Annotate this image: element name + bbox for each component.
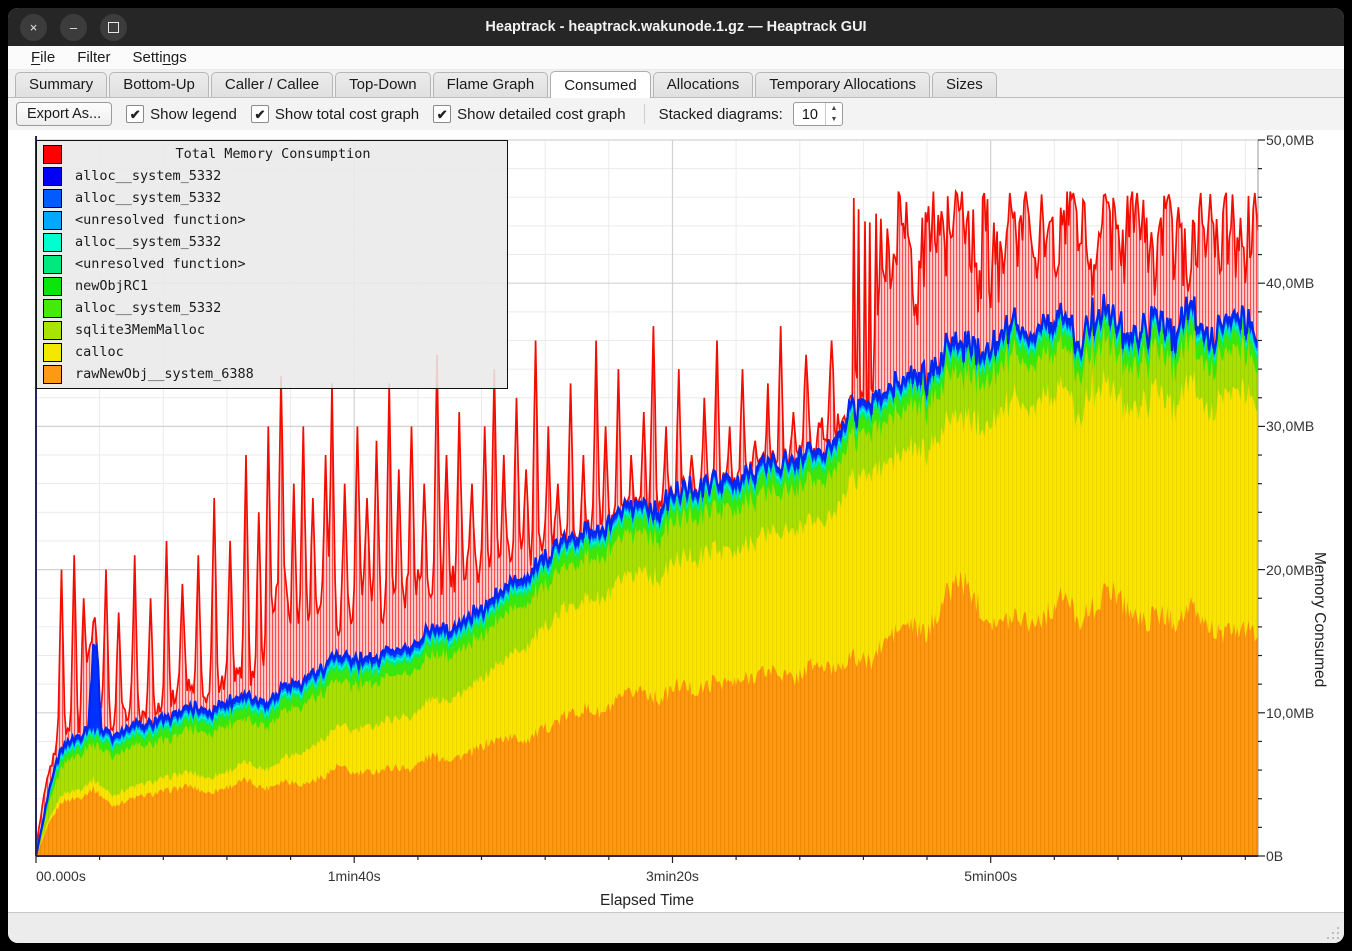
legend-label: alloc__system_5332 [75, 300, 221, 316]
legend-item: Total Memory Consumption [37, 143, 507, 165]
legend-swatch-icon [43, 255, 62, 274]
menu-settings[interactable]: Settings [124, 48, 196, 67]
app-window: × – Heaptrack - heaptrack.wakunode.1.gz … [8, 8, 1344, 943]
legend-swatch-icon [43, 277, 62, 296]
legend-item: <unresolved function> [37, 209, 507, 231]
stacked-diagrams-spinner[interactable]: 10 ▲ ▼ [793, 102, 843, 126]
menu-bar: File Filter Settings [8, 46, 1344, 70]
show-legend-label: Show legend [150, 106, 237, 123]
y-tick-label: 30,0MB [1266, 418, 1314, 434]
legend-swatch-icon [43, 211, 62, 230]
legend-item: newObjRC1 [37, 275, 507, 297]
show-detailed-cost-label: Show detailed cost graph [457, 106, 625, 123]
legend-label: alloc__system_5332 [75, 168, 221, 184]
x-axis-title: Elapsed Time [36, 892, 1258, 910]
tab-bar: Summary Bottom-Up Caller / Callee Top-Do… [8, 70, 1344, 98]
checkbox-check-icon: ✔ [251, 105, 269, 123]
legend-item: calloc [37, 341, 507, 363]
close-icon[interactable]: × [20, 14, 47, 41]
show-legend-checkbox[interactable]: ✔ Show legend [126, 105, 237, 123]
menu-file[interactable]: File [22, 48, 64, 67]
legend-swatch-icon [43, 321, 62, 340]
show-total-cost-checkbox[interactable]: ✔ Show total cost graph [251, 105, 419, 123]
tab-sizes[interactable]: Sizes [932, 72, 997, 97]
legend-label: <unresolved function> [75, 212, 246, 228]
minimize-icon[interactable]: – [60, 14, 87, 41]
tab-summary[interactable]: Summary [15, 72, 107, 97]
legend-item: <unresolved function> [37, 253, 507, 275]
legend-item: alloc__system_5332 [37, 165, 507, 187]
legend-label: sqlite3MemMalloc [75, 322, 205, 338]
tab-allocations[interactable]: Allocations [653, 72, 754, 97]
show-detailed-cost-checkbox[interactable]: ✔ Show detailed cost graph [433, 105, 625, 123]
legend-label: alloc__system_5332 [75, 190, 221, 206]
y-tick-label: 10,0MB [1266, 705, 1314, 721]
legend-swatch-icon [43, 145, 62, 164]
legend-swatch-icon [43, 233, 62, 252]
toolbar-separator [644, 104, 645, 124]
tab-bottom-up[interactable]: Bottom-Up [109, 72, 209, 97]
tab-consumed[interactable]: Consumed [550, 71, 651, 98]
tab-top-down[interactable]: Top-Down [335, 72, 431, 97]
legend-item: rawNewObj__system_6388 [37, 363, 507, 385]
title-bar: × – Heaptrack - heaptrack.wakunode.1.gz … [8, 8, 1344, 46]
status-bar [8, 912, 1344, 943]
menu-filter[interactable]: Filter [68, 48, 119, 67]
legend-swatch-icon [43, 189, 62, 208]
legend-label: newObjRC1 [75, 278, 148, 294]
x-tick-label: 00.000s [36, 868, 86, 884]
y-tick-label: 0B [1266, 848, 1283, 864]
legend-swatch-icon [43, 299, 62, 318]
legend-label: alloc__system_5332 [75, 234, 221, 250]
legend-label: <unresolved function> [75, 256, 246, 272]
legend-item: alloc__system_5332 [37, 187, 507, 209]
screen: { "window": { "title": "Heaptrack - heap… [0, 0, 1352, 951]
legend-swatch-icon [43, 365, 62, 384]
y-tick-label: 50,0MB [1266, 132, 1314, 148]
maximize-icon[interactable] [100, 14, 127, 41]
window-title: Heaptrack - heaptrack.wakunode.1.gz — He… [8, 19, 1344, 35]
stacked-diagrams-label: Stacked diagrams: [659, 106, 783, 123]
legend-label: Total Memory Consumption [75, 146, 471, 162]
legend-item: alloc__system_5332 [37, 231, 507, 253]
chart-toolbar: Export As... ✔ Show legend ✔ Show total … [8, 98, 1344, 130]
checkbox-check-icon: ✔ [126, 105, 144, 123]
chart-legend: Total Memory Consumption alloc__system_53… [36, 140, 508, 389]
resize-grip-icon[interactable] [1325, 925, 1339, 939]
legend-swatch-icon [43, 343, 62, 362]
tab-flame-graph[interactable]: Flame Graph [433, 72, 549, 97]
tab-caller-callee[interactable]: Caller / Callee [211, 72, 333, 97]
stacked-diagrams-value: 10 [794, 103, 825, 125]
legend-swatch-icon [43, 167, 62, 186]
x-tick-label: 1min40s [328, 868, 381, 884]
export-as-button[interactable]: Export As... [16, 102, 112, 126]
spinner-up-icon[interactable]: ▲ [826, 103, 842, 114]
legend-item: sqlite3MemMalloc [37, 319, 507, 341]
y-tick-label: 40,0MB [1266, 275, 1314, 291]
x-tick-label: 3min20s [646, 868, 699, 884]
show-total-cost-label: Show total cost graph [275, 106, 419, 123]
legend-label: rawNewObj__system_6388 [75, 366, 254, 382]
checkbox-check-icon: ✔ [433, 105, 451, 123]
spinner-down-icon[interactable]: ▼ [826, 114, 842, 125]
tab-temporary-allocations[interactable]: Temporary Allocations [755, 72, 930, 97]
legend-item: alloc__system_5332 [37, 297, 507, 319]
memory-chart[interactable]: 0B 10,0MB 20,0MB 30,0MB 40,0MB 50,0MB 00.000s… [8, 130, 1344, 912]
x-tick-label: 5min00s [964, 868, 1017, 884]
y-axis-title: Memory Consumed [1310, 262, 1328, 943]
legend-label: calloc [75, 344, 124, 360]
y-tick-label: 20,0MB [1266, 562, 1314, 578]
